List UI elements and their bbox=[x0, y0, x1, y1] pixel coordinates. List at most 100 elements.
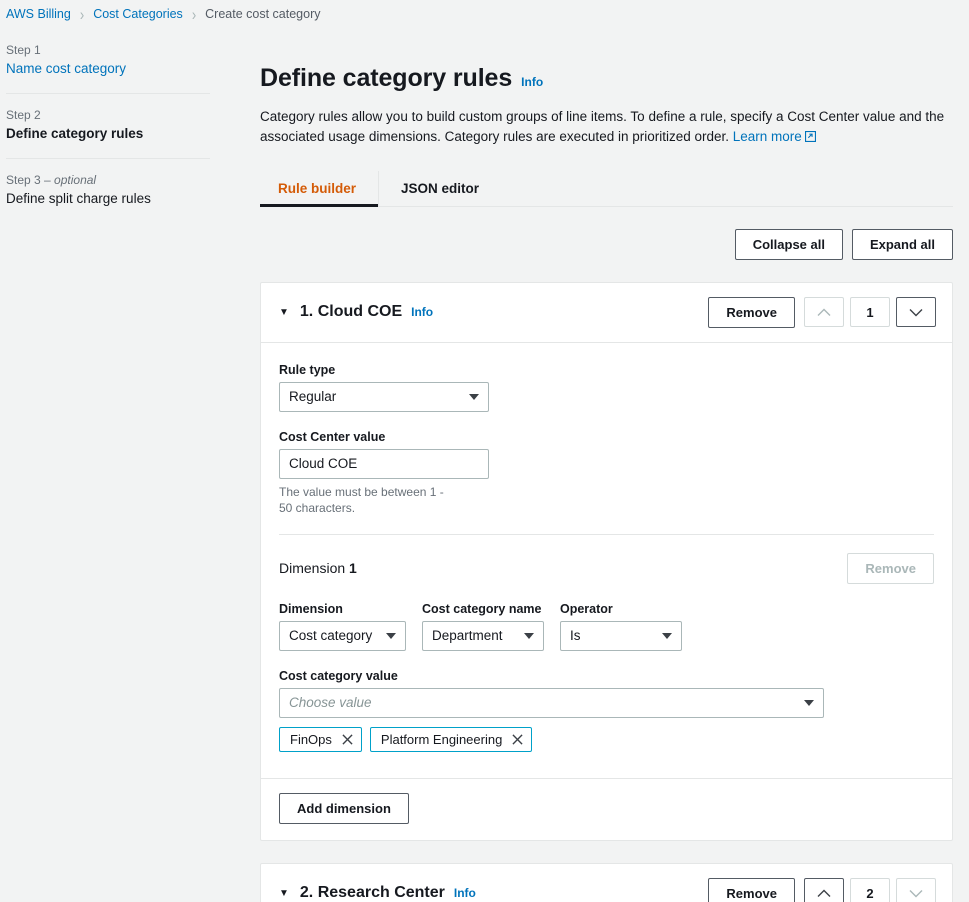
rule-card-1-dimension-heading-prefix: Dimension bbox=[279, 560, 350, 577]
rule-card-2-actions: Remove 2 bbox=[708, 877, 936, 902]
breadcrumb: AWS Billing › Cost Categories › Create c… bbox=[0, 0, 969, 28]
rule-card-1-title: 1. Cloud COE bbox=[299, 303, 403, 320]
chevron-down-icon bbox=[469, 393, 479, 400]
sidebar-step-1-kicker: Step 1 bbox=[6, 43, 41, 57]
tab-bar: Rule builder JSON editor bbox=[260, 170, 953, 207]
expand-all-button[interactable]: Expand all bbox=[851, 228, 953, 260]
rule-card-1-order-group: 1 bbox=[804, 297, 936, 327]
collapse-all-button[interactable]: Collapse all bbox=[734, 228, 843, 260]
rule-card-1-operator-field: Operator Is bbox=[560, 602, 682, 651]
chevron-down-icon bbox=[524, 632, 534, 639]
collapse-caret-icon[interactable]: ▼ bbox=[279, 308, 289, 318]
token-platform-engineering-label: Platform Engineering bbox=[380, 731, 503, 747]
chevron-up-icon bbox=[817, 889, 831, 898]
breadcrumb-separator-icon: › bbox=[79, 4, 85, 24]
external-link-icon bbox=[804, 128, 816, 148]
rule-card-1-footer: Add dimension bbox=[261, 777, 952, 840]
rule-card-1-info-link[interactable]: Info bbox=[411, 305, 433, 319]
rule-card-1-operator-select[interactable]: Is bbox=[560, 620, 682, 651]
rule-card-1-cost-category-name-field: Cost category name Department bbox=[422, 602, 544, 651]
breadcrumb-item-cost-categories[interactable]: Cost Categories bbox=[93, 7, 183, 21]
rule-card-1-cost-category-name-select[interactable]: Department bbox=[422, 620, 544, 651]
rule-card-1-rule-type-select[interactable]: Regular bbox=[279, 381, 489, 412]
rule-card-1-dimension-row: Dimension Cost category Cost category na… bbox=[279, 602, 934, 651]
page-title-row: Define category rules Info bbox=[260, 64, 953, 93]
sidebar-step-3: Step 3 – optional Define split charge ru… bbox=[6, 173, 224, 208]
rule-card-2-order-value: 2 bbox=[850, 878, 890, 902]
rule-card-1-dimension-value: Cost category bbox=[289, 628, 373, 644]
sidebar-step-3-kicker: Step 3 – optional bbox=[6, 173, 210, 187]
rule-card-1-cost-category-value-field: Cost category value Choose value FinOps … bbox=[279, 669, 934, 752]
breadcrumb-item-create-cost-category: Create cost category bbox=[205, 7, 321, 21]
rule-card-1-remove-button[interactable]: Remove bbox=[708, 296, 795, 328]
sidebar-step-2: Step 2 Define category rules bbox=[6, 108, 224, 143]
main-content: Define category rules Info Category rule… bbox=[224, 28, 969, 902]
rule-card-2: ▼ 2. Research Center Info Remove 2 bbox=[260, 862, 953, 902]
rule-card-1-dimension-select-field: Dimension Cost category bbox=[279, 602, 406, 651]
page-description-text: Category rules allow you to build custom… bbox=[260, 109, 945, 145]
breadcrumb-separator-icon: › bbox=[191, 4, 197, 24]
rule-card-1-dimension-header: Dimension 1 Remove bbox=[279, 552, 934, 584]
chevron-down-icon bbox=[804, 699, 814, 706]
tab-json-editor-label: JSON editor bbox=[401, 180, 480, 196]
rule-card-1-divider bbox=[279, 533, 934, 535]
token-finops: FinOps bbox=[279, 726, 362, 752]
rule-card-1-cost-center-value: Cloud COE bbox=[289, 456, 358, 471]
chevron-down-icon bbox=[909, 308, 923, 317]
rule-card-1-move-down-button[interactable] bbox=[896, 297, 936, 327]
page-layout: Step 1 Name cost category Step 2 Define … bbox=[0, 28, 969, 902]
rule-card-1-cost-center-label: Cost Center value bbox=[279, 429, 386, 444]
wizard-steps-sidebar: Step 1 Name cost category Step 2 Define … bbox=[0, 28, 224, 208]
rule-card-1-cost-category-name-label: Cost category name bbox=[422, 601, 542, 616]
rule-card-1-title-wrap: ▼ 1. Cloud COE Info bbox=[279, 303, 433, 321]
token-remove-icon[interactable] bbox=[342, 734, 353, 745]
rule-card-2-move-up-button[interactable] bbox=[804, 878, 844, 902]
rules-toolbar: Collapse all Expand all bbox=[260, 228, 953, 260]
sidebar-step-3-optional-label: optional bbox=[54, 172, 97, 187]
rule-card-1-cost-center-input[interactable]: Cloud COE bbox=[279, 448, 489, 479]
rule-card-1-cost-center-hint: The value must be between 1 - 50 charact… bbox=[279, 484, 444, 515]
rule-card-2-title: 2. Research Center bbox=[299, 884, 445, 902]
rule-card-1-dimension-heading-number: 1 bbox=[349, 560, 357, 577]
learn-more-label: Learn more bbox=[732, 129, 802, 145]
chevron-down-icon bbox=[386, 632, 396, 639]
rule-card-1-add-dimension-button[interactable]: Add dimension bbox=[279, 792, 409, 824]
token-remove-icon[interactable] bbox=[512, 734, 523, 745]
sidebar-step-3-kicker-text: Step 3 – bbox=[6, 172, 55, 187]
page-title: Define category rules bbox=[260, 64, 513, 92]
rule-card-1-dimension-label: Dimension bbox=[279, 601, 343, 616]
sidebar-step-1-title[interactable]: Name cost category bbox=[6, 61, 210, 78]
learn-more-link[interactable]: Learn more bbox=[733, 129, 816, 144]
tab-json-editor[interactable]: JSON editor bbox=[379, 171, 501, 206]
chevron-down-icon bbox=[909, 889, 923, 898]
rule-card-2-remove-button[interactable]: Remove bbox=[708, 877, 795, 902]
rule-card-2-order-group: 2 bbox=[804, 878, 936, 902]
rule-card-1-actions: Remove 1 bbox=[708, 296, 936, 328]
rule-card-1-cost-category-value-placeholder: Choose value bbox=[289, 695, 372, 711]
rule-card-2-move-down-button bbox=[896, 878, 936, 902]
rule-card-1-rule-type-field: Rule type Regular bbox=[279, 363, 934, 412]
tab-rule-builder[interactable]: Rule builder bbox=[260, 170, 380, 207]
sidebar-divider bbox=[6, 157, 210, 159]
rule-card-1-cost-center-field: Cost Center value Cloud COE The value mu… bbox=[279, 430, 934, 516]
rule-card-1-cost-category-value-select[interactable]: Choose value bbox=[279, 687, 824, 718]
rule-card-2-title-wrap: ▼ 2. Research Center Info bbox=[279, 884, 476, 902]
breadcrumb-item-aws-billing[interactable]: AWS Billing bbox=[6, 7, 71, 21]
rule-card-1-token-list: FinOps Platform Engineering bbox=[279, 726, 934, 752]
rule-card-1-body: Rule type Regular Cost Center value Clou… bbox=[261, 343, 952, 774]
rule-card-1-order-value: 1 bbox=[850, 297, 890, 327]
rule-card-1-dimension-select[interactable]: Cost category bbox=[279, 620, 406, 651]
page-info-link[interactable]: Info bbox=[521, 75, 543, 89]
rule-card-1-cost-category-name-value: Department bbox=[432, 628, 503, 644]
rule-card-1-operator-label: Operator bbox=[560, 601, 613, 616]
rule-card-1-dimension-remove-button: Remove bbox=[847, 552, 934, 584]
chevron-up-icon bbox=[817, 308, 831, 317]
sidebar-step-3-title[interactable]: Define split charge rules bbox=[6, 191, 210, 208]
rule-card-2-info-link[interactable]: Info bbox=[454, 886, 476, 900]
sidebar-step-2-title[interactable]: Define category rules bbox=[6, 126, 210, 143]
chevron-down-icon bbox=[662, 632, 672, 639]
collapse-caret-icon[interactable]: ▼ bbox=[279, 889, 289, 899]
token-platform-engineering: Platform Engineering bbox=[369, 726, 533, 752]
rule-card-1-dimension-heading: Dimension 1 bbox=[279, 560, 357, 576]
rule-card-1: ▼ 1. Cloud COE Info Remove 1 Rule type R… bbox=[260, 281, 953, 841]
